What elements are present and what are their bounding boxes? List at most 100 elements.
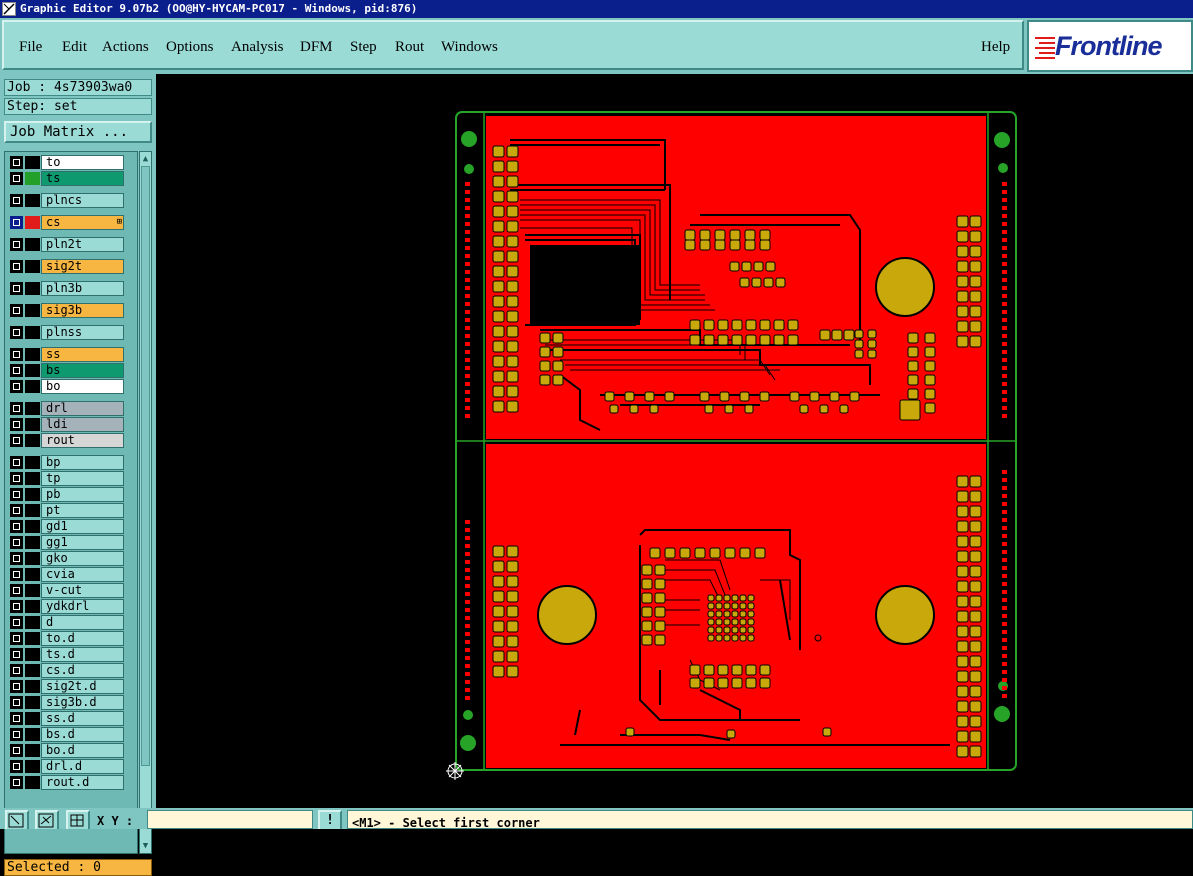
menu-analysis[interactable]: Analysis [231, 39, 284, 56]
layer-checkbox[interactable] [10, 238, 23, 251]
layer-checkbox[interactable] [10, 632, 23, 645]
menu-help[interactable]: Help [981, 39, 1010, 56]
menu-file[interactable]: File [19, 39, 42, 56]
layer-row-plncs[interactable]: plncs [8, 193, 124, 208]
layer-row-rout-d[interactable]: rout.d [8, 775, 124, 790]
layer-checkbox[interactable] [10, 760, 23, 773]
layer-row-ldi[interactable]: ldi [8, 417, 124, 432]
layer-checkbox[interactable] [10, 304, 23, 317]
layer-checkbox[interactable] [10, 156, 23, 169]
pcb-view[interactable] [157, 74, 1193, 808]
layer-color-swatch [25, 364, 40, 377]
menu-step[interactable]: Step [350, 39, 377, 56]
layer-checkbox[interactable] [10, 664, 23, 677]
layer-row-cs-d[interactable]: cs.d [8, 663, 124, 678]
layer-checkbox[interactable] [10, 536, 23, 549]
layer-row-plnss[interactable]: plnss [8, 325, 124, 340]
layer-row-to[interactable]: to [8, 155, 124, 170]
layer-row-ss[interactable]: ss [8, 347, 124, 362]
layer-row-to-d[interactable]: to.d [8, 631, 124, 646]
layer-checkbox[interactable] [10, 744, 23, 757]
layer-row-v-cut[interactable]: v-cut [8, 583, 124, 598]
layer-row-cs[interactable]: cs ⊞ [8, 215, 124, 230]
layer-row-ts[interactable]: ts [8, 171, 124, 186]
menu-edit[interactable]: Edit [62, 39, 87, 56]
layer-checkbox[interactable] [10, 194, 23, 207]
layer-checkbox[interactable] [10, 680, 23, 693]
layer-checkbox[interactable] [10, 616, 23, 629]
graphic-canvas[interactable] [157, 74, 1193, 808]
selected-count: Selected : 0 [4, 859, 152, 876]
layer-row-bs-d[interactable]: bs.d [8, 727, 124, 742]
layer-row-pln2t[interactable]: pln2t [8, 237, 124, 252]
layer-checkbox[interactable] [10, 584, 23, 597]
grid-tool-button[interactable] [66, 810, 90, 829]
layer-color-swatch [25, 536, 40, 549]
layer-row-drl-d[interactable]: drl.d [8, 759, 124, 774]
layer-row-cvia[interactable]: cvia [8, 567, 124, 582]
layer-row-tp[interactable]: tp [8, 471, 124, 486]
layer-row-drl[interactable]: drl [8, 401, 124, 416]
layer-checkbox[interactable] [10, 552, 23, 565]
menu-dfm[interactable]: DFM [300, 39, 333, 56]
menu-options[interactable]: Options [166, 39, 214, 56]
layer-checkbox[interactable] [10, 434, 23, 447]
layer-checkbox[interactable] [10, 568, 23, 581]
scroll-down-icon[interactable]: ▼ [140, 840, 151, 852]
layer-name: tp [41, 471, 124, 486]
layer-checkbox[interactable] [10, 696, 23, 709]
layer-checkbox[interactable] [10, 712, 23, 725]
layer-checkbox[interactable] [10, 326, 23, 339]
layer-checkbox[interactable] [10, 380, 23, 393]
layer-row-pt[interactable]: pt [8, 503, 124, 518]
zoom-tool-button[interactable] [5, 810, 29, 829]
layer-row-ts-d[interactable]: ts.d [8, 647, 124, 662]
layer-color-swatch [25, 520, 40, 533]
layer-checkbox[interactable] [10, 520, 23, 533]
layer-row-sig3b[interactable]: sig3b [8, 303, 124, 318]
layer-checkbox[interactable] [10, 282, 23, 295]
menu-actions[interactable]: Actions [102, 39, 149, 56]
layer-checkbox[interactable] [10, 216, 23, 229]
layer-row-ss-d[interactable]: ss.d [8, 711, 124, 726]
layer-row-sig3b-d[interactable]: sig3b.d [8, 695, 124, 710]
layer-row-bo-d[interactable]: bo.d [8, 743, 124, 758]
layer-checkbox[interactable] [10, 648, 23, 661]
layer-row-gko[interactable]: gko [8, 551, 124, 566]
layer-checkbox[interactable] [10, 348, 23, 361]
layer-checkbox[interactable] [10, 472, 23, 485]
layer-row-bs[interactable]: bs [8, 363, 124, 378]
layer-checkbox[interactable] [10, 418, 23, 431]
snap-tool-button[interactable] [35, 810, 59, 829]
layer-row-pb[interactable]: pb [8, 487, 124, 502]
info-button[interactable]: ! [318, 810, 342, 829]
layer-scrollbar[interactable]: ▲ ▼ [139, 151, 152, 854]
layer-row-pln3b[interactable]: pln3b [8, 281, 124, 296]
scroll-up-icon[interactable]: ▲ [140, 153, 151, 165]
menu-windows[interactable]: Windows [441, 39, 498, 56]
layer-checkbox[interactable] [10, 600, 23, 613]
layer-checkbox[interactable] [10, 402, 23, 415]
layer-checkbox[interactable] [10, 172, 23, 185]
layer-row-ydkdrl[interactable]: ydkdrl [8, 599, 124, 614]
layer-checkbox[interactable] [10, 504, 23, 517]
layer-row-sig2t[interactable]: sig2t [8, 259, 124, 274]
layer-checkbox[interactable] [10, 260, 23, 273]
layer-checkbox[interactable] [10, 488, 23, 501]
job-matrix-button[interactable]: Job Matrix ... [4, 121, 152, 143]
scroll-thumb[interactable] [141, 166, 150, 766]
layer-checkbox[interactable] [10, 456, 23, 469]
layer-checkbox[interactable] [10, 364, 23, 377]
menu-rout[interactable]: Rout [395, 39, 424, 56]
layer-checkbox[interactable] [10, 728, 23, 741]
layer-row-gd1[interactable]: gd1 [8, 519, 124, 534]
layer-row-rout[interactable]: rout [8, 433, 124, 448]
layer-row-bp[interactable]: bp [8, 455, 124, 470]
layer-row-d[interactable]: d [8, 615, 124, 630]
layer-row-gg1[interactable]: gg1 [8, 535, 124, 550]
layer-row-sig2t-d[interactable]: sig2t.d [8, 679, 124, 694]
layer-checkbox[interactable] [10, 776, 23, 789]
layer-row-bo[interactable]: bo [8, 379, 124, 394]
xy-coordinate-input[interactable] [147, 810, 313, 829]
layer-color-swatch [25, 568, 40, 581]
